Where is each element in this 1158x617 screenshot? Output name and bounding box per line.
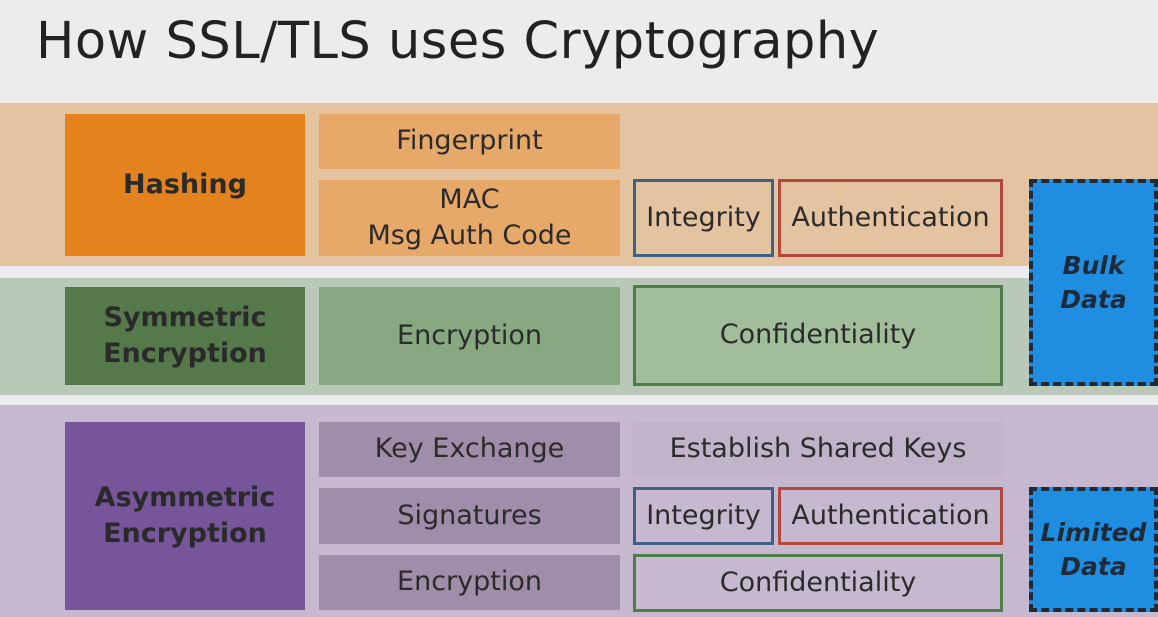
- hashing-integrity-box: Integrity: [633, 179, 774, 257]
- hashing-integrity-label: Integrity: [646, 201, 761, 233]
- limited-data-box: Limited Data: [1029, 487, 1158, 612]
- asymmetric-confidentiality-label: Confidentiality: [719, 566, 917, 598]
- fingerprint-label: Fingerprint: [396, 125, 543, 157]
- mac-label: MAC Msg Auth Code: [367, 183, 572, 251]
- page-title: How SSL/TLS uses Cryptography: [36, 12, 880, 71]
- symmetric-use-encryption-box: Encryption: [319, 287, 620, 385]
- bulk-data-label: Bulk Data: [1060, 250, 1127, 314]
- signatures-box: Signatures: [319, 488, 620, 544]
- symmetric-encryption-label: Symmetric Encryption: [103, 301, 267, 369]
- mac-box: MAC Msg Auth Code: [319, 180, 620, 256]
- asymmetric-confidentiality-box: Confidentiality: [633, 554, 1003, 612]
- signatures-label: Signatures: [397, 499, 542, 531]
- hashing-label: Hashing: [123, 168, 247, 200]
- symmetric-encryption-box: Symmetric Encryption: [65, 287, 305, 385]
- establish-shared-keys-box: Establish Shared Keys: [633, 422, 1003, 477]
- asymmetric-encryption-label: Asymmetric Encryption: [94, 481, 276, 549]
- asymmetric-use-encryption-label: Encryption: [397, 566, 542, 598]
- asymmetric-integrity-box: Integrity: [633, 487, 774, 545]
- hashing-authentication-label: Authentication: [791, 201, 990, 233]
- fingerprint-box: Fingerprint: [319, 114, 620, 169]
- asymmetric-use-encryption-box: Encryption: [319, 555, 620, 610]
- symmetric-use-encryption-label: Encryption: [397, 319, 542, 351]
- limited-data-label: Limited Data: [1040, 517, 1147, 581]
- symmetric-confidentiality-label: Confidentiality: [719, 319, 917, 351]
- bulk-data-box: Bulk Data: [1029, 179, 1158, 386]
- key-exchange-box: Key Exchange: [319, 422, 620, 477]
- key-exchange-label: Key Exchange: [374, 433, 565, 465]
- asymmetric-authentication-label: Authentication: [791, 499, 990, 531]
- establish-shared-keys-label: Establish Shared Keys: [669, 433, 967, 465]
- symmetric-confidentiality-box: Confidentiality: [633, 285, 1003, 386]
- asymmetric-authentication-box: Authentication: [778, 487, 1003, 545]
- asymmetric-integrity-label: Integrity: [646, 499, 761, 531]
- asymmetric-encryption-box: Asymmetric Encryption: [65, 422, 305, 610]
- hashing-box: Hashing: [65, 114, 305, 256]
- hashing-authentication-box: Authentication: [778, 179, 1003, 257]
